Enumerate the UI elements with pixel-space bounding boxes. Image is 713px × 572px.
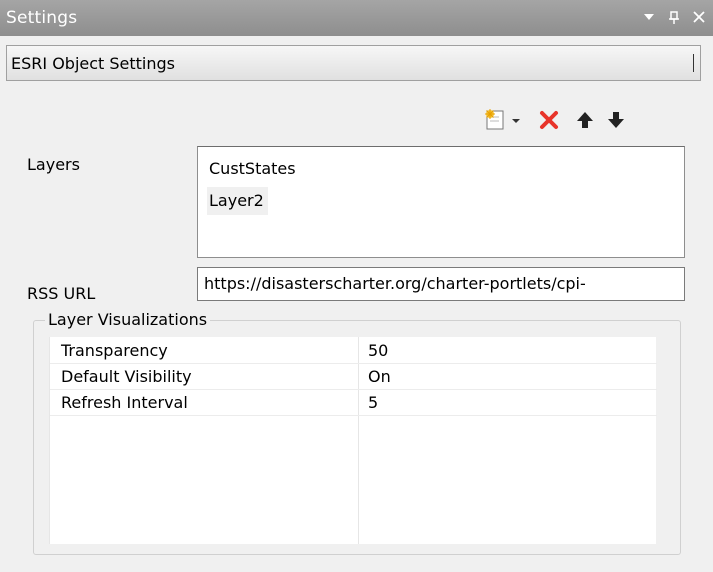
object-selector-label: ESRI Object Settings [11,54,176,73]
caret-down-icon[interactable] [640,6,658,34]
layer-item-selected[interactable]: Layer2 [207,187,268,215]
property-name: Refresh Interval [61,393,188,412]
panel-title: Settings [6,8,78,28]
property-value[interactable]: 5 [368,393,378,412]
rss-url-label: RSS URL [27,284,96,303]
property-value[interactable]: On [368,367,391,386]
move-down-icon[interactable] [604,108,628,132]
layer-item[interactable]: CustStates [207,155,300,183]
property-name: Transparency [61,341,168,360]
property-row[interactable]: Default Visibility On [50,363,657,390]
rss-url-value: https://disasterscharter.org/charter-por… [204,274,586,293]
object-selector[interactable]: ESRI Object Settings [6,45,701,81]
delete-icon[interactable] [537,108,561,132]
rss-url-input[interactable]: https://disasterscharter.org/charter-por… [197,267,685,301]
property-row[interactable]: Refresh Interval 5 [50,389,657,416]
panel-titlebar: Settings [0,0,713,36]
layers-listbox[interactable]: CustStates Layer2 [197,146,685,258]
move-up-icon[interactable] [573,108,597,132]
property-row[interactable]: Transparency 50 [50,337,657,364]
pin-icon[interactable] [665,6,683,34]
layer-visualizations-legend: Layer Visualizations [45,310,211,329]
property-value[interactable]: 50 [368,341,388,360]
close-icon[interactable] [690,6,708,34]
property-grid: Transparency 50 Default Visibility On Re… [49,337,657,544]
dropdown-arrow-icon[interactable] [505,108,529,132]
object-selector-separator [693,54,694,72]
property-name: Default Visibility [61,367,192,386]
layers-label: Layers [27,155,80,174]
